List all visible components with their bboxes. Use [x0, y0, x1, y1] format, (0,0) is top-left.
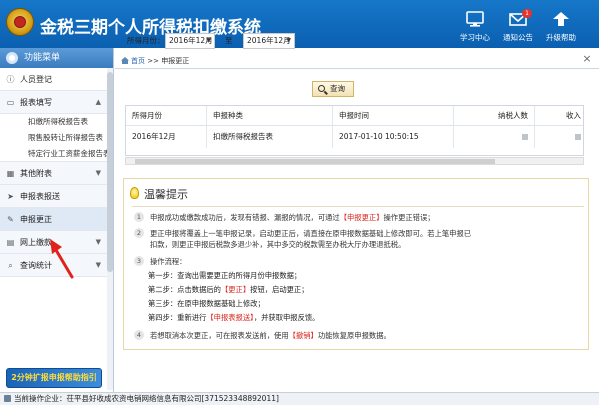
table-header: 所得月份 申报种类 申报时间 纳税人数 收入	[126, 106, 583, 126]
sidebar-item-report-correction[interactable]: ✎ 申报更正	[0, 208, 113, 231]
sidebar-item-label: 其他附表	[20, 169, 52, 178]
send-icon: ➤	[7, 192, 14, 201]
sidebar: 功能菜单 ⓘ 人员登记 ▭ 报表填写 ▲ 扣缴所得税报告表 限售股转让所得报告表…	[0, 48, 114, 393]
month-to-value: 2016年12月	[247, 36, 291, 45]
notice-button[interactable]: 1 通知公告	[498, 8, 538, 48]
close-icon[interactable]: ×	[581, 53, 593, 65]
tip-item-4: 4 若想取消本次更正，可在报表发送前，使用【撤销】功能恢复原申报数据。	[134, 330, 574, 341]
column-header: 纳税人数	[498, 111, 528, 120]
help-guide-banner[interactable]: 2分钟扩报申报帮助指引	[6, 368, 102, 388]
table-cell: 2017-01-10 10:50:15	[339, 132, 419, 141]
tip-step-4: 第四步：重新进行【申报表报送】，并获取申报反馈。	[148, 313, 320, 322]
query-label: 查询	[330, 84, 345, 93]
chevron-down-icon: ▼	[95, 169, 101, 177]
gear-icon	[6, 52, 18, 64]
search-icon	[318, 85, 325, 92]
upgrade-help-button[interactable]: 升级帮助	[541, 8, 581, 48]
column-header: 申报时间	[339, 111, 369, 120]
info-icon: ⓘ	[6, 75, 15, 84]
month-filter-label: 所得月份：	[127, 36, 165, 45]
table-row[interactable]: 2016年12月 扣缴所得税报告表 2017-01-10 10:50:15	[126, 126, 583, 148]
dropdown-arrow-icon: ▼	[206, 37, 211, 44]
sidebar-item-other-attachments[interactable]: ▦ 其他附表 ▼	[0, 162, 113, 185]
sidebar-item-label: 申报表报送	[20, 192, 60, 201]
breadcrumb: 首页 >> 申报更正	[121, 54, 189, 68]
table-cell-redacted	[535, 126, 583, 148]
table-cell-redacted	[454, 126, 534, 148]
query-button[interactable]: 查询	[312, 81, 354, 97]
lightbulb-icon	[130, 187, 139, 199]
payment-icon: ▤	[6, 238, 15, 247]
dropdown-arrow-icon: ▼	[286, 37, 291, 44]
breadcrumb-separator: >>	[147, 57, 159, 65]
tip-item-2: 2 更正申报将覆盖上一笔申报记录，启动更正后，请直接在原申报数据基础上修改即可。…	[134, 228, 574, 250]
sidebar-item-query-stats[interactable]: ⌕ 查询统计 ▼	[0, 254, 113, 277]
menu-heading-label: 功能菜单	[24, 53, 61, 63]
learning-center-button[interactable]: 学习中心	[455, 8, 495, 48]
to-label: 至	[225, 36, 233, 45]
sidebar-item-label: 报表填写	[20, 98, 52, 107]
home-icon	[121, 55, 129, 64]
sidebar-subitem-restricted-shares-report[interactable]: 限售股转让所得报告表	[0, 130, 113, 146]
declaration-table: 所得月份 申报种类 申报时间 纳税人数 收入 2016年12月 扣缴所得税报告表…	[125, 105, 584, 156]
sidebar-scrollbar[interactable]	[107, 68, 113, 390]
grid-icon: ▦	[6, 169, 15, 178]
monitor-icon	[465, 11, 485, 28]
sidebar-item-report-fill[interactable]: ▭ 报表填写 ▲	[0, 91, 113, 114]
chevron-up-icon: ▲	[95, 98, 101, 106]
tip-item-1: 1 申报成功或缴款成功后，发现有错报、漏报的情况，可通过【申报更正】操作更正错误…	[134, 212, 574, 223]
column-header: 所得月份	[132, 111, 162, 120]
table-hscrollbar[interactable]	[125, 157, 584, 165]
upgrade-help-label: 升级帮助	[546, 33, 576, 42]
chevron-down-icon: ▼	[95, 261, 101, 269]
tip-step-1: 第一步：查询出需要更正的所得月份申报数据；	[148, 271, 302, 280]
mail-icon: 1	[508, 9, 532, 28]
column-header: 申报种类	[213, 111, 243, 120]
learning-center-label: 学习中心	[460, 33, 490, 42]
sidebar-subitem-withholding-report[interactable]: 扣缴所得税报告表	[0, 114, 113, 130]
column-header: 收入	[566, 111, 581, 120]
sidebar-item-online-payment[interactable]: ▤ 网上缴款 ▼	[0, 231, 113, 254]
upgrade-icon	[551, 11, 571, 28]
month-to-select[interactable]: 2016年12月 ▼	[243, 33, 295, 49]
sidebar-item-personnel[interactable]: ⓘ 人员登记	[0, 68, 113, 91]
tip-step-2: 第二步：点击数据后的【更正】按钮，启动更正；	[148, 285, 309, 294]
chevron-down-icon: ▼	[95, 238, 101, 246]
notice-label: 通知公告	[503, 33, 533, 42]
company-icon	[4, 395, 11, 402]
sidebar-item-report-submit[interactable]: ➤ 申报表报送	[0, 185, 113, 208]
tab-home[interactable]: 首页	[131, 57, 145, 65]
status-bar: 当前操作企业：茌平县好收成农资电销网络信息有限公司[37152334889201…	[0, 392, 599, 405]
form-icon: ▭	[6, 98, 15, 107]
tab-bar: 首页 >> 申报更正 ×	[115, 52, 599, 69]
tips-panel: 温馨提示 1 申报成功或缴款成功后，发现有错报、漏报的情况，可通过【申报更正】操…	[123, 178, 589, 350]
search-icon: ⌕	[8, 261, 13, 270]
sidebar-item-label: 查询统计	[20, 261, 52, 270]
status-text: 当前操作企业：茌平县好收成农资电销网络信息有限公司[37152334889201…	[14, 394, 279, 403]
sidebar-item-label: 网上缴款	[20, 238, 52, 247]
month-from-select[interactable]: 2016年12月 ▼	[165, 33, 215, 49]
tip-item-3: 3 操作流程：	[134, 256, 574, 267]
table-cell: 扣缴所得税报告表	[213, 132, 273, 141]
menu-heading: 功能菜单	[0, 48, 113, 68]
sidebar-item-label: 人员登记	[20, 75, 52, 84]
tax-emblem-icon	[6, 8, 34, 36]
app-header: 金税三期个人所得税扣缴系统 学习中心 1 通知公告 升级帮助	[0, 0, 599, 48]
pencil-icon: ✎	[7, 215, 14, 224]
table-cell: 2016年12月	[132, 132, 176, 141]
sidebar-subitem-special-industry-report[interactable]: 特定行业工资薪金报告表	[0, 146, 113, 162]
tab-report-correction[interactable]: 申报更正	[161, 57, 189, 65]
tips-title: 温馨提示	[144, 188, 188, 201]
tip-step-3: 第三步：在原申报数据基础上修改；	[148, 299, 265, 308]
notice-count-badge: 1	[522, 9, 532, 18]
sidebar-item-label: 申报更正	[20, 215, 52, 224]
